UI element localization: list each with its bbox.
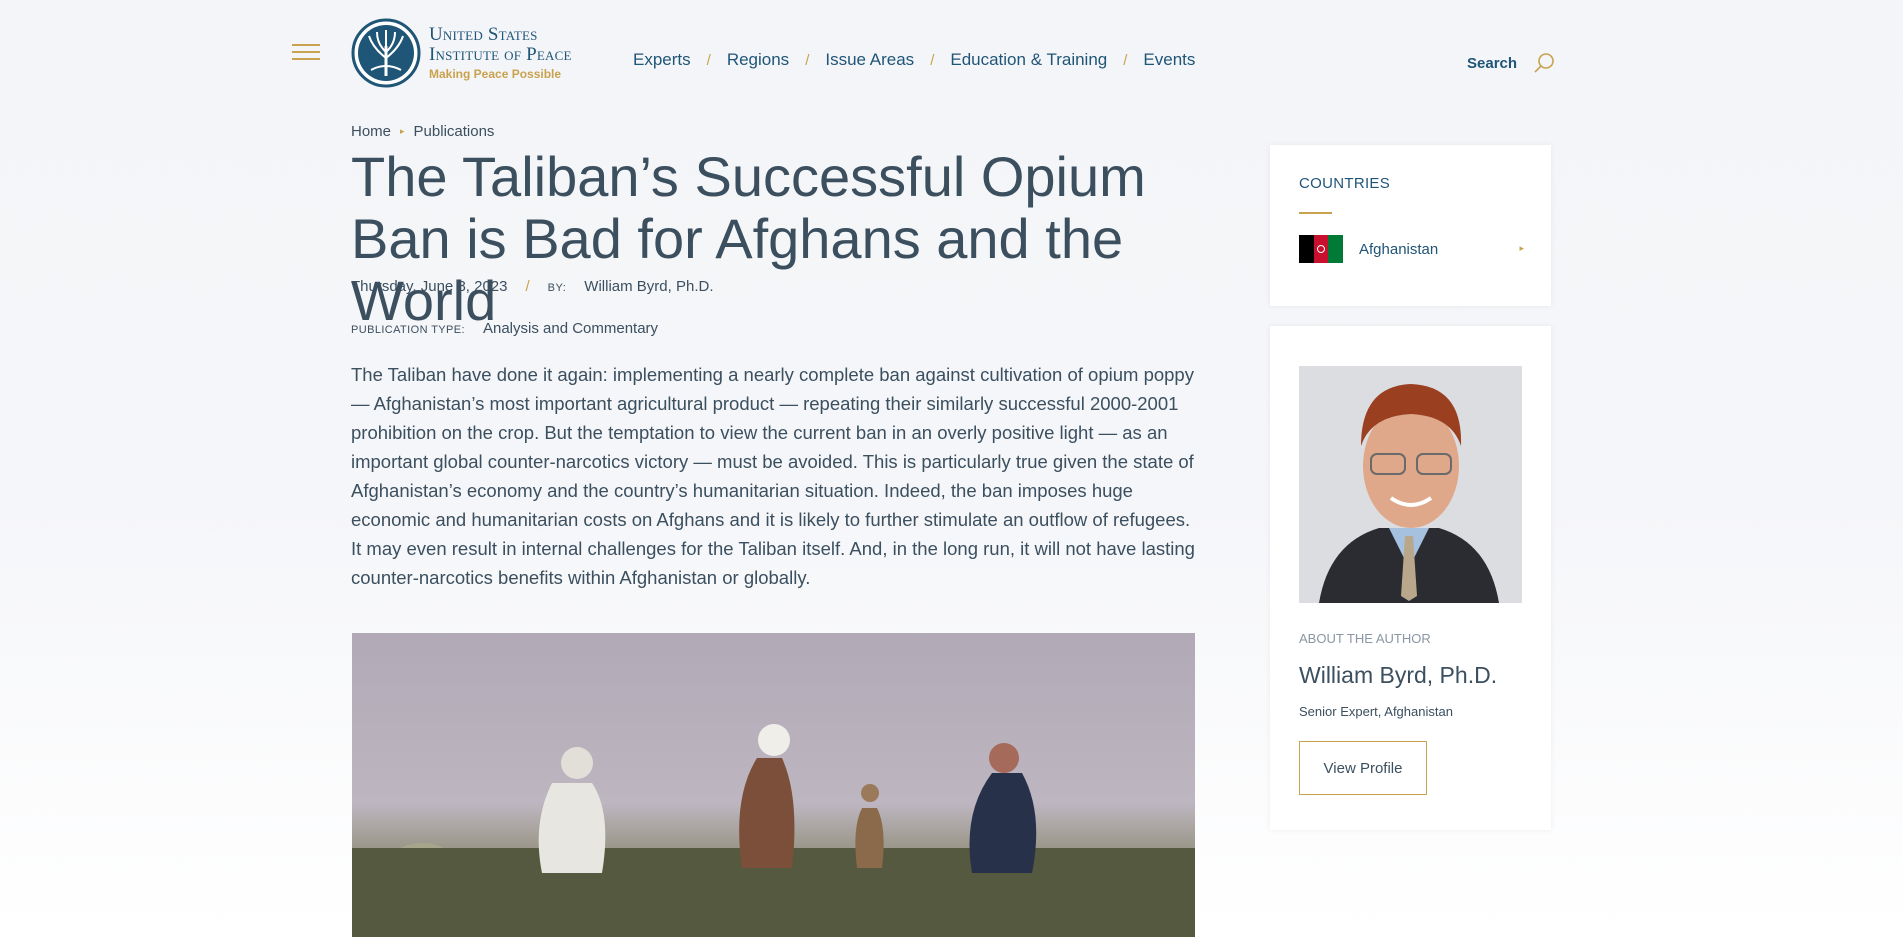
author-card: ABOUT THE AUTHOR William Byrd, Ph.D. Sen… [1270, 326, 1551, 830]
nav-issue-areas[interactable]: Issue Areas [825, 50, 914, 70]
article-meta: Thursday, June 8, 2023 / BY: William Byr… [351, 278, 713, 295]
nav-separator: / [1123, 51, 1128, 69]
author-role: Senior Expert, Afghanistan [1299, 704, 1453, 719]
author-name: William Byrd, Ph.D. [1299, 662, 1498, 688]
country-name: Afghanistan [1359, 240, 1439, 258]
logo-line-1: United States [429, 24, 538, 45]
nav-education-training[interactable]: Education & Training [950, 50, 1107, 70]
search-button[interactable]: Search [1467, 52, 1555, 74]
logo-line-2: Institute of Peace [429, 44, 572, 65]
search-icon [1534, 53, 1554, 73]
usip-logo[interactable]: United States Institute of Peace Making … [351, 18, 572, 88]
about-author-label: ABOUT THE AUTHOR [1299, 631, 1431, 646]
breadcrumb-home[interactable]: Home [351, 123, 391, 140]
breadcrumb-arrow-icon: ▸ [400, 126, 405, 136]
nav-events[interactable]: Events [1143, 50, 1195, 70]
article-summary: The Taliban have done it again: implemen… [351, 364, 1195, 588]
nav-regions[interactable]: Regions [727, 50, 789, 70]
hamburger-menu-icon[interactable] [292, 44, 320, 64]
nav-separator: / [805, 51, 810, 69]
article-title: The Taliban’s Successful Opium Ban is Ba… [351, 145, 1146, 332]
author-photo [1299, 366, 1522, 603]
publication-type-label: PUBLICATION TYPE: [351, 324, 465, 336]
countries-heading: COUNTRIES [1299, 175, 1391, 192]
article-author-link[interactable]: William Byrd, Ph.D. [584, 278, 713, 295]
poppy-field-image [352, 724, 1195, 937]
by-label: BY: [547, 282, 567, 294]
nav-separator: / [930, 51, 935, 69]
meta-separator: / [525, 278, 530, 295]
nav-experts[interactable]: Experts [633, 50, 691, 70]
main-nav: Experts / Regions / Issue Areas / Educat… [633, 50, 1195, 70]
search-label: Search [1467, 54, 1518, 72]
publication-type-link[interactable]: Analysis and Commentary [483, 320, 658, 337]
countries-card: COUNTRIES Afghanistan ▸ [1270, 145, 1551, 306]
breadcrumb-publications[interactable]: Publications [414, 123, 495, 140]
logo-tagline: Making Peace Possible [429, 67, 562, 81]
usip-seal-icon [351, 18, 421, 88]
afghanistan-flag-icon [1299, 235, 1344, 263]
article-date: Thursday, June 8, 2023 [351, 278, 508, 295]
breadcrumb: Home ▸ Publications [351, 123, 494, 140]
author-portrait-image [1299, 366, 1522, 603]
chevron-right-icon: ▸ [1519, 243, 1524, 253]
article-hero-image [352, 633, 1195, 937]
view-profile-button[interactable]: View Profile [1299, 741, 1427, 795]
publication-type: PUBLICATION TYPE: Analysis and Commentar… [351, 320, 658, 337]
country-link-afghanistan[interactable]: Afghanistan ▸ [1299, 235, 1524, 263]
heading-rule [1299, 212, 1332, 214]
nav-separator: / [706, 51, 711, 69]
